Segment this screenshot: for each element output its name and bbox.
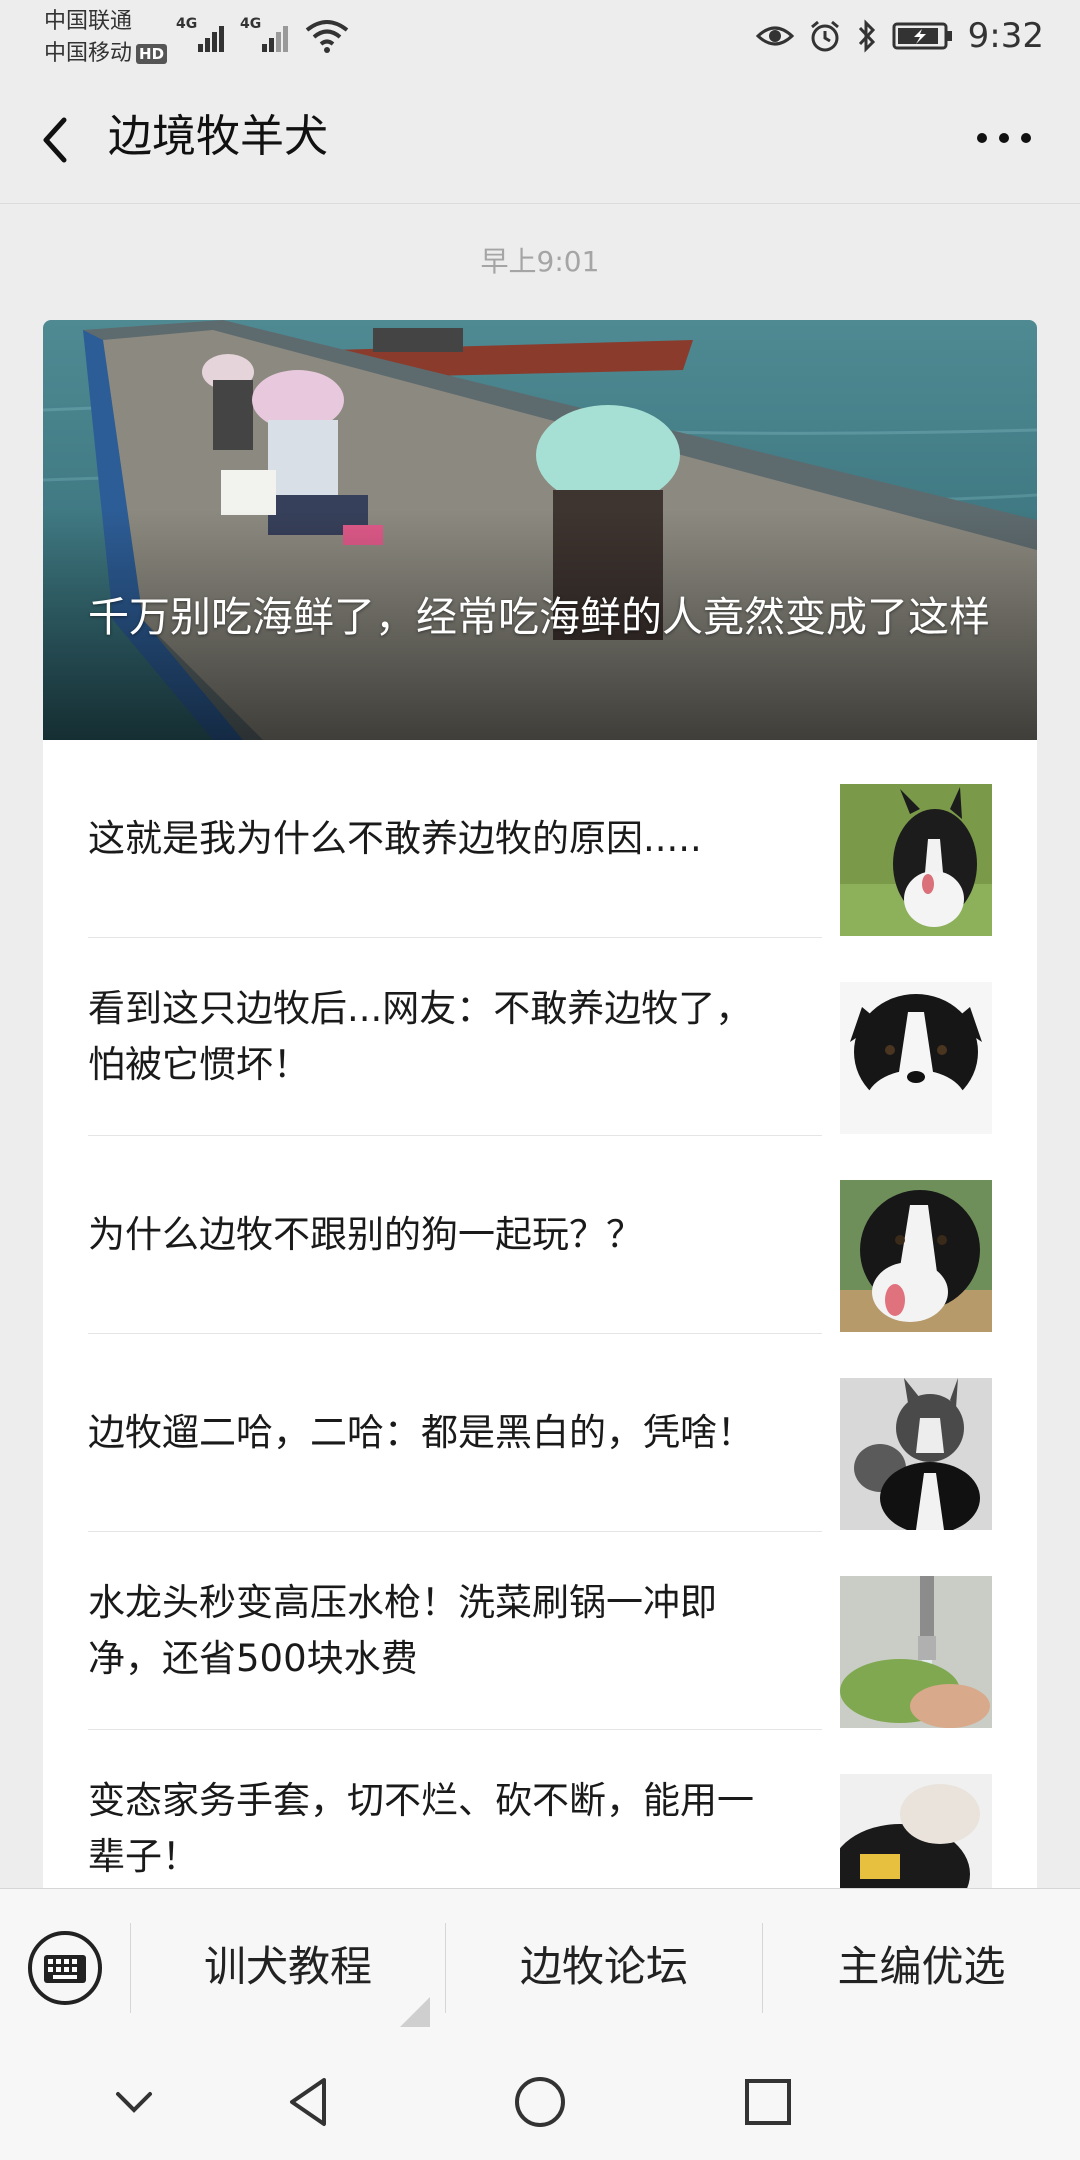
status-bar: 中国联通 中国移动 HD 4G 4G 9:32 xyxy=(0,0,1080,70)
more-button[interactable] xyxy=(968,118,1040,158)
article-title: 这就是我为什么不敢养边牧的原因..... xyxy=(88,817,702,860)
article-item[interactable]: 水龙头秒变高压水枪！洗菜刷锅一冲即净，还省500块水费 xyxy=(88,1532,992,1730)
alarm-icon xyxy=(810,20,839,52)
signal-icon-2: 4G xyxy=(240,16,296,62)
bluetooth-icon xyxy=(858,19,875,53)
article-thumbnail xyxy=(840,784,992,936)
article-thumbnail xyxy=(840,982,992,1134)
carrier-1: 中国联通 xyxy=(44,9,133,34)
hd-badge: HD xyxy=(136,44,168,64)
screen: 中国联通 中国移动 HD 4G 4G 9:32 边境牧羊犬 早上9:01 千万别… xyxy=(0,0,1080,2160)
menu-item-training[interactable]: 训犬教程 xyxy=(131,1889,445,2045)
keyboard-icon xyxy=(28,1931,102,2005)
hero-image xyxy=(43,320,1037,740)
hide-nav-button[interactable] xyxy=(104,2072,164,2132)
back-triangle-button[interactable] xyxy=(280,2072,340,2132)
article-title: 水龙头秒变高压水枪！洗菜刷锅一冲即净，还省500块水费 xyxy=(88,1581,717,1680)
article-item[interactable]: 为什么边牧不跟别的狗一起玩？？ xyxy=(88,1136,992,1334)
hero-title: 千万别吃海鲜了，经常吃海鲜的人竟然变成了这样 xyxy=(88,593,990,641)
menu-item-picks[interactable]: 主编优选 xyxy=(763,1889,1080,2045)
carrier-info: 中国联通 中国移动 HD xyxy=(44,6,168,70)
hero-article[interactable]: 千万别吃海鲜了，经常吃海鲜的人竟然变成了这样 xyxy=(43,320,1037,740)
wifi-icon xyxy=(304,16,350,60)
article-item[interactable]: 边牧遛二哈，二哈：都是黑白的，凭啥！ xyxy=(88,1334,992,1532)
article-title: 边牧遛二哈，二哈：都是黑白的，凭啥！ xyxy=(88,1411,754,1454)
article-thumbnail xyxy=(840,1378,992,1530)
article-item[interactable]: 看到这只边牧后...网友：不敢养边牧了，怕被它惯坏！ xyxy=(88,938,992,1136)
home-circle-button[interactable] xyxy=(510,2072,570,2132)
article-item[interactable]: 这就是我为什么不敢养边牧的原因..... xyxy=(88,740,992,938)
page-title: 边境牧羊犬 xyxy=(108,111,328,162)
article-title: 为什么边牧不跟别的狗一起玩？？ xyxy=(88,1213,643,1256)
message-timestamp: 早上9:01 xyxy=(480,245,600,278)
signal-icon-1: 4G xyxy=(176,16,232,62)
system-navigation-bar xyxy=(0,2044,1080,2160)
carrier-2: 中国移动 xyxy=(44,41,133,66)
submenu-indicator-icon xyxy=(400,1997,430,2027)
clock: 9:32 xyxy=(967,16,1044,56)
recents-square-button[interactable] xyxy=(738,2072,798,2132)
article-title: 变态家务手套，切不烂、砍不断，能用一辈子！ xyxy=(88,1779,754,1878)
status-icons: 9:32 xyxy=(755,14,1044,58)
menu-item-forum[interactable]: 边牧论坛 xyxy=(446,1889,762,2045)
official-account-menu: 训犬教程 边牧论坛 主编优选 xyxy=(0,1888,1080,2044)
nav-bar: 边境牧羊犬 xyxy=(0,70,1080,204)
eye-icon xyxy=(755,26,794,46)
more-dots-icon xyxy=(977,133,1031,143)
article-thumbnail xyxy=(840,1180,992,1332)
article-item[interactable]: 变态家务手套，切不烂、砍不断，能用一辈子！ xyxy=(88,1730,992,1900)
article-thumbnail xyxy=(840,1576,992,1728)
keyboard-toggle-button[interactable] xyxy=(26,1929,104,2007)
article-thumbnail xyxy=(840,1774,992,1900)
battery-icon xyxy=(892,22,952,50)
article-title: 看到这只边牧后...网友：不敢养边牧了，怕被它惯坏！ xyxy=(88,987,753,1086)
chevron-left-icon xyxy=(43,117,67,163)
article-card: 千万别吃海鲜了，经常吃海鲜的人竟然变成了这样 这就是我为什么不敢养边牧的原因..… xyxy=(43,320,1037,1900)
back-button[interactable] xyxy=(34,110,84,170)
